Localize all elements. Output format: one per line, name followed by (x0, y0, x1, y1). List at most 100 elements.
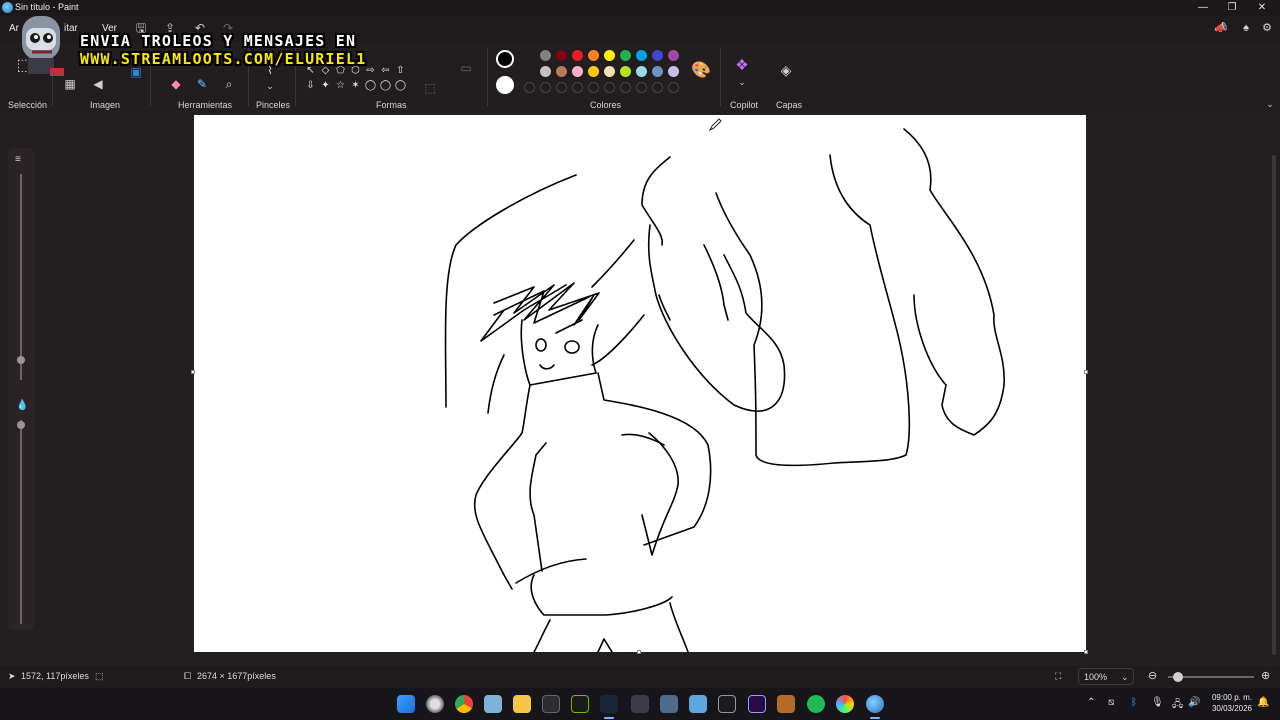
custom-color-slot[interactable] (620, 82, 631, 93)
custom-color-slot[interactable] (604, 82, 615, 93)
chrome-icon[interactable] (455, 695, 473, 713)
drawing-canvas[interactable] (194, 115, 1086, 652)
restore-button[interactable]: ❐ (1215, 0, 1249, 16)
volume-icon[interactable]: 🔊 (1188, 697, 1200, 708)
premiere-icon[interactable] (748, 695, 766, 713)
custom-color-slot[interactable] (588, 82, 599, 93)
windows-start-icon[interactable] (397, 695, 415, 713)
close-button[interactable]: ✕ (1245, 0, 1279, 16)
zoom-level: 100% (1084, 672, 1108, 682)
shape-callout-cloud-icon[interactable]: ◯ (394, 79, 407, 92)
spotify-icon[interactable] (807, 695, 825, 713)
epic-games-icon[interactable] (718, 695, 736, 713)
color-swatch[interactable] (604, 66, 615, 77)
selection-size-icon: ⬚ (95, 671, 104, 681)
notification-icon[interactable]: 🔔 (1257, 697, 1269, 708)
color-swatch[interactable] (652, 50, 663, 61)
custom-color-slot[interactable] (652, 82, 663, 93)
microphone-icon[interactable]: 🎙 (1151, 697, 1164, 708)
primary-color[interactable] (496, 50, 514, 68)
chevron-down-icon[interactable]: ⌄ (734, 74, 750, 90)
color-swatch[interactable] (636, 50, 647, 61)
tray-app-icon[interactable]: ⧅ (1108, 697, 1114, 708)
photos-icon[interactable] (689, 695, 707, 713)
color-swatch[interactable] (540, 50, 551, 61)
notes-icon[interactable] (484, 695, 502, 713)
color-swatch[interactable] (652, 66, 663, 77)
zoom-out-icon[interactable]: ⊖ (1148, 669, 1157, 682)
magnifier-icon[interactable]: ⌕ (221, 76, 237, 92)
brush-settings-panel: ≡ 💧 (8, 148, 34, 630)
tray-overflow-icon[interactable]: ⌃ (1087, 697, 1095, 708)
color-swatch[interactable] (556, 66, 567, 77)
custom-color-slot[interactable] (572, 82, 583, 93)
custom-color-slot[interactable] (524, 82, 535, 93)
system-clock[interactable]: 09:00 p. m. 30/03/2026 (1206, 692, 1252, 714)
custom-color-slot[interactable] (540, 82, 551, 93)
app-grid-icon[interactable] (631, 695, 649, 713)
resize-handle-corner[interactable] (1084, 650, 1088, 654)
app-swirl-icon[interactable] (426, 695, 444, 713)
color-swatch[interactable] (588, 66, 599, 77)
color-swatch[interactable] (668, 50, 679, 61)
status-bar: ➤ 1572, 117píxeles ⬚ ⧠ 2674 × 1677píxele… (0, 666, 1280, 688)
zoom-slider-knob[interactable] (1173, 672, 1183, 682)
layers-icon[interactable]: ◈ (778, 62, 794, 78)
color-picker-icon[interactable]: ✎ (194, 76, 210, 92)
nvidia-icon[interactable] (571, 695, 589, 713)
color-swatch[interactable] (588, 50, 599, 61)
rotate-icon[interactable]: ◀ (90, 76, 106, 92)
game-app-icon[interactable] (777, 695, 795, 713)
edit-colors-icon[interactable]: 🎨 (691, 63, 711, 79)
zoom-dropdown[interactable]: 100% ⌄ (1078, 668, 1134, 685)
paint-taskbar-icon[interactable] (866, 695, 884, 713)
app-circle-icon[interactable] (836, 695, 854, 713)
fit-to-window-icon[interactable]: ⛶ (1055, 671, 1061, 682)
secondary-color[interactable] (496, 76, 514, 94)
announcement-icon[interactable]: 📣 (1213, 20, 1229, 36)
shape-callout-icon[interactable]: ◯ (364, 79, 377, 92)
clock-time: 09:00 p. m. (1211, 693, 1252, 702)
shape-outline-icon[interactable]: ⬚ (422, 80, 438, 96)
opacity-knob[interactable] (17, 421, 25, 429)
shape-star5-icon[interactable]: ☆ (334, 79, 347, 92)
color-swatch[interactable] (556, 50, 567, 61)
ribbon-collapse-icon[interactable]: ⌄ (1262, 96, 1278, 112)
shape-star4-icon[interactable]: ✦ (319, 79, 332, 92)
color-swatch[interactable] (540, 66, 551, 77)
color-swatch[interactable] (620, 66, 631, 77)
eraser-icon[interactable]: ◆ (168, 76, 184, 92)
color-swatch[interactable] (572, 50, 583, 61)
custom-color-slot[interactable] (636, 82, 647, 93)
color-swatch[interactable] (572, 66, 583, 77)
brush-size-knob[interactable] (17, 356, 25, 364)
color-swatch[interactable] (636, 66, 647, 77)
shape-arrow-down-icon[interactable]: ⇩ (304, 79, 317, 92)
brush-size-track[interactable] (20, 174, 22, 380)
chevron-down-icon[interactable]: ⌄ (262, 78, 278, 94)
vertical-scrollbar[interactable] (1272, 155, 1276, 655)
shape-fill-icon[interactable]: ▭ (458, 60, 474, 76)
account-icon[interactable]: ♠ (1238, 20, 1254, 36)
custom-color-slot[interactable] (668, 82, 679, 93)
shape-callout-round-icon[interactable]: ◯ (379, 79, 392, 92)
calculator-icon[interactable] (660, 695, 678, 713)
color-swatch[interactable] (620, 50, 631, 61)
bluetooth-icon[interactable]: ᛒ (1131, 697, 1137, 708)
zoom-in-icon[interactable]: ⊕ (1261, 669, 1270, 682)
color-swatch[interactable] (604, 50, 615, 61)
copilot-icon[interactable]: ❖ (734, 58, 750, 74)
file-explorer-icon[interactable] (513, 695, 531, 713)
opacity-track[interactable] (20, 420, 22, 624)
color-swatch[interactable] (668, 66, 679, 77)
shape-star6-icon[interactable]: ✶ (349, 79, 362, 92)
xbox-icon[interactable] (542, 695, 560, 713)
resize-handle-right[interactable] (1084, 370, 1088, 374)
sketch-eye-left (535, 338, 547, 352)
resize-handle-left[interactable] (191, 370, 195, 374)
settings-icon[interactable]: ⚙ (1259, 20, 1275, 36)
custom-color-slot[interactable] (556, 82, 567, 93)
network-icon[interactable]: 🖧 (1172, 697, 1183, 714)
steam-icon[interactable] (600, 695, 618, 713)
resize-handle-bottom[interactable] (637, 650, 641, 654)
